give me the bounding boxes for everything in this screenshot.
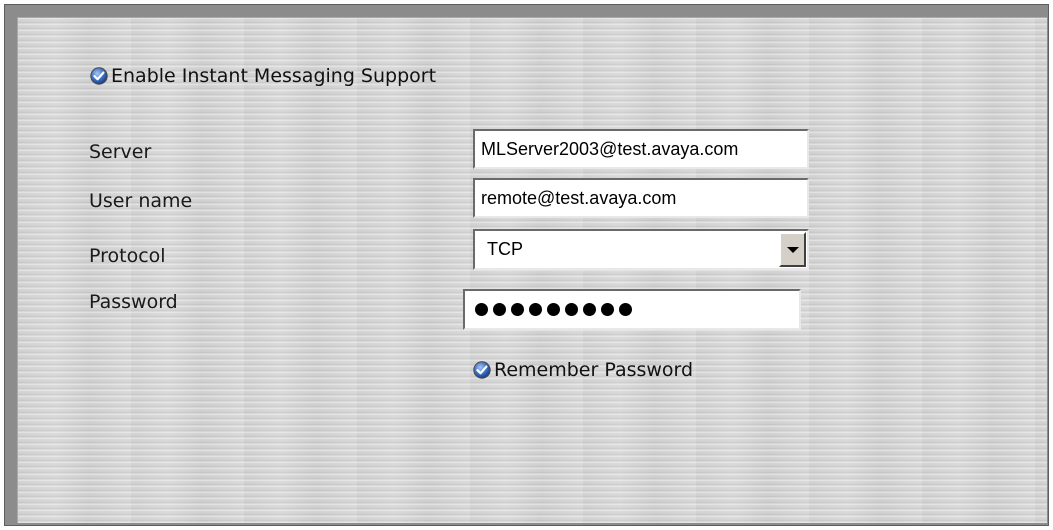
enable-im-checkbox[interactable]: Enable Instant Messaging Support [90,65,436,87]
server-field[interactable]: MLServer2003@test.avaya.com [473,129,809,169]
password-mask-dot [565,303,578,316]
protocol-label: Protocol [89,245,166,267]
im-settings-panel: Enable Instant Messaging Support Server … [17,17,1047,523]
password-mask-dot [619,303,632,316]
password-mask-dot [493,303,506,316]
password-mask-dot [529,303,542,316]
password-mask-dot [583,303,596,316]
password-mask-dot [547,303,560,316]
chevron-down-icon [786,246,799,253]
check-circle-icon [90,67,108,85]
check-circle-icon [473,361,491,379]
protocol-dropdown-button[interactable] [779,232,806,267]
password-mask-dot [601,303,614,316]
password-mask [475,303,632,316]
enable-im-label: Enable Instant Messaging Support [111,65,437,87]
password-field[interactable] [463,289,801,330]
protocol-selected-value: TCP [487,239,523,259]
remember-password-checkbox[interactable]: Remember Password [473,359,693,381]
protocol-select[interactable]: TCP [473,229,809,270]
server-label: Server [89,141,152,163]
password-label: Password [89,291,178,313]
username-field[interactable]: remote@test.avaya.com [473,178,809,218]
username-label: User name [89,190,193,212]
password-mask-dot [475,303,488,316]
password-mask-dot [511,303,524,316]
remember-password-label: Remember Password [494,359,694,381]
